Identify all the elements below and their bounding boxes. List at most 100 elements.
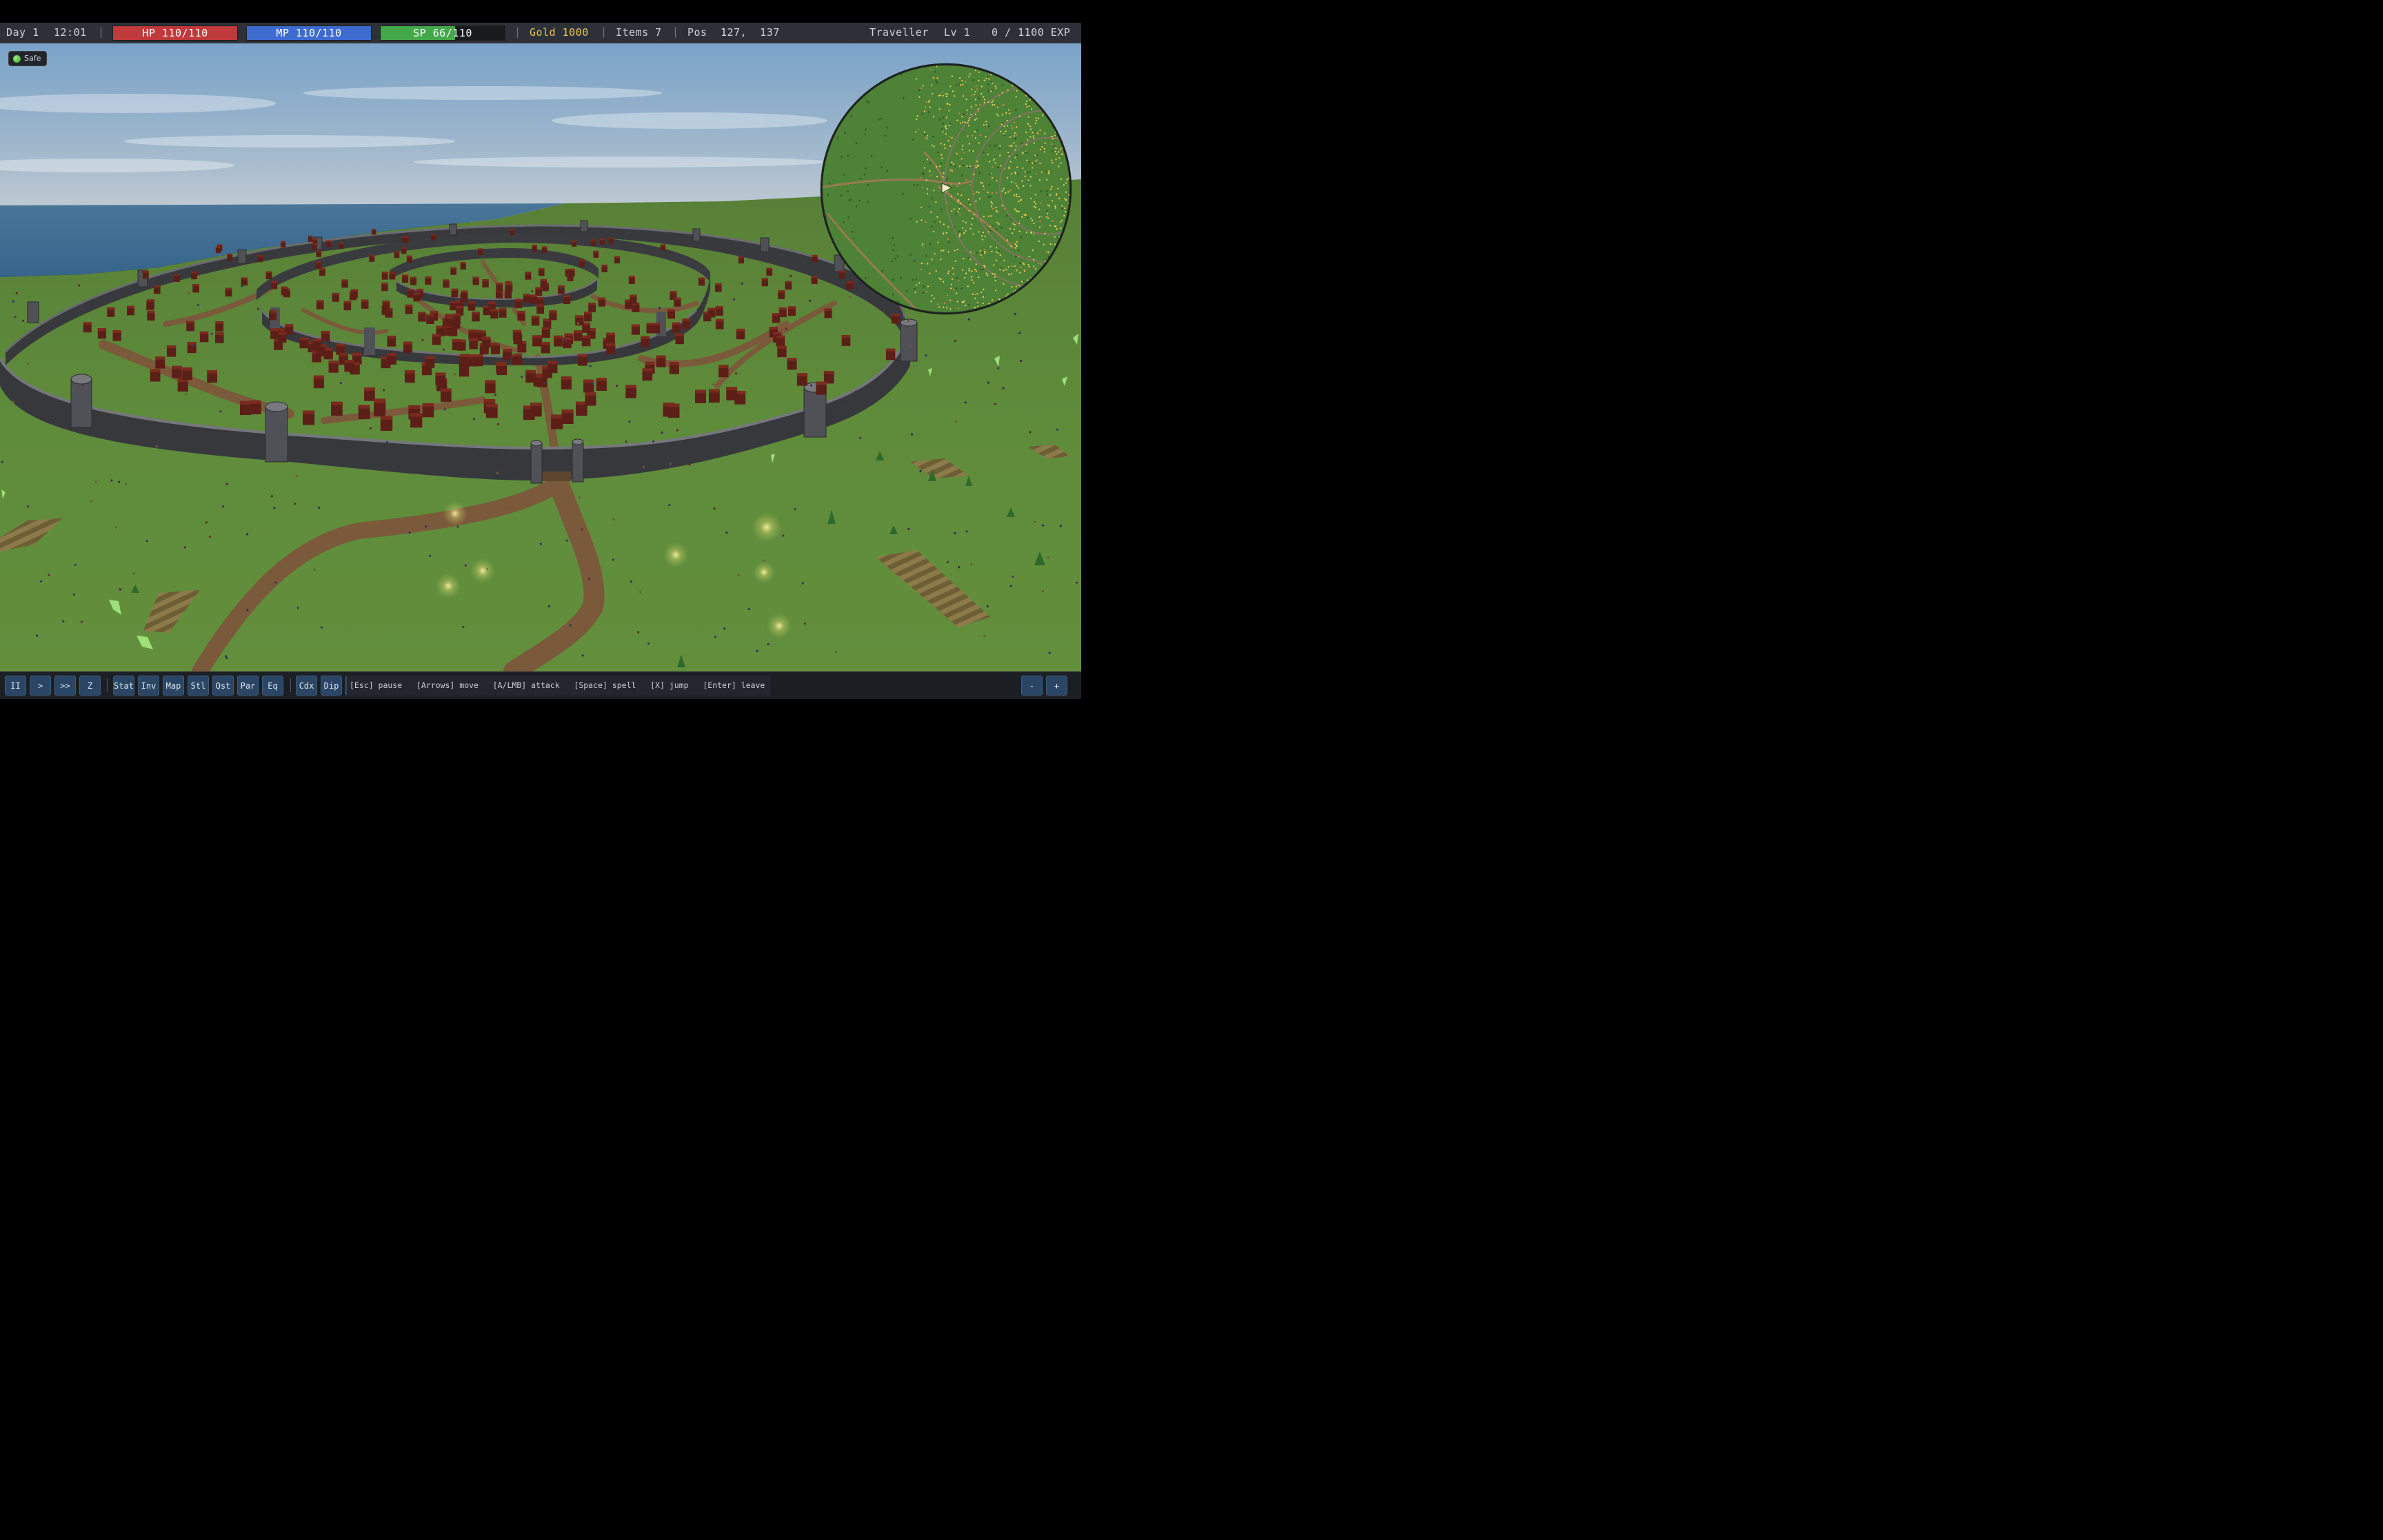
map-button[interactable]: Map — [163, 676, 184, 696]
hud-separator: | — [98, 26, 105, 38]
minimap-npc-dot — [1029, 99, 1031, 101]
npc-dot — [110, 479, 113, 482]
sleep-button[interactable]: Z — [79, 676, 101, 696]
house-roof — [166, 345, 177, 349]
minimap-npc-dot — [1038, 226, 1041, 228]
house-roof — [816, 381, 827, 385]
quest-button[interactable]: Qst — [212, 676, 234, 696]
inventory-button[interactable]: Inv — [138, 676, 159, 696]
style-button[interactable]: Stl — [188, 676, 209, 696]
minimap-npc-dot — [945, 128, 947, 130]
stats-button[interactable]: Stat — [113, 676, 134, 696]
minimap-npc-dot — [936, 165, 938, 168]
minimap-tree-dot — [893, 243, 896, 246]
minimap-tree-dot — [967, 257, 970, 259]
minimap-npc-dot — [983, 185, 985, 187]
minimap-npc-dot — [1007, 293, 1009, 295]
party-button[interactable]: Par — [237, 676, 259, 696]
npc-dot — [1034, 520, 1036, 523]
fast-forward-button[interactable]: >> — [54, 676, 76, 696]
minimap-npc-dot — [947, 93, 949, 95]
play-button[interactable]: > — [30, 676, 51, 696]
minimap-npc-dot — [931, 144, 933, 146]
minimap-npc-dot — [1018, 187, 1020, 189]
npc-dot — [965, 530, 968, 533]
equipment-button[interactable]: Eq — [262, 676, 283, 696]
npc-dot — [323, 339, 326, 342]
house-roof — [736, 328, 745, 332]
minimap-npc-dot — [1019, 272, 1021, 274]
zoom-in-button[interactable]: + — [1046, 676, 1067, 696]
minimap-tree-dot — [987, 90, 989, 92]
minimap-tree-dot — [912, 139, 914, 141]
minimap-npc-dot — [968, 119, 970, 121]
minimap-npc-dot — [969, 251, 972, 253]
world-scene[interactable] — [0, 0, 1081, 699]
codex-button[interactable]: Cdx — [296, 676, 317, 696]
house-roof — [599, 238, 605, 241]
minimap-npc-dot — [1000, 130, 1002, 132]
minimap-npc-dot — [968, 267, 970, 270]
minimap-tree-dot — [1046, 194, 1049, 196]
minimap-npc-dot — [1026, 159, 1028, 161]
house-roof — [472, 276, 479, 279]
minimap-npc-dot — [1045, 250, 1048, 252]
minimap-npc-dot — [1058, 165, 1060, 168]
minimap-npc-dot — [1041, 114, 1044, 116]
minimap-npc-dot — [1026, 105, 1028, 108]
player-name: Traveller — [869, 26, 929, 39]
minimap-npc-dot — [1007, 273, 1010, 276]
minimap-tree-dot — [987, 83, 989, 85]
npc-dot — [192, 344, 194, 347]
minimap-npc-dot — [949, 135, 951, 137]
house-roof — [575, 315, 583, 318]
house-roof — [153, 285, 161, 287]
minimap-npc-dot — [994, 273, 996, 275]
minimap-npc-dot — [1015, 285, 1017, 287]
minimap-npc-dot — [996, 106, 998, 108]
house-roof — [628, 276, 635, 278]
minimap-npc-dot — [1030, 231, 1032, 234]
minimap-npc-dot — [953, 95, 956, 97]
minimap-npc-dot — [983, 216, 985, 218]
minimap-tree-dot — [896, 255, 898, 257]
minimap-npc-dot — [985, 272, 987, 274]
diplomacy-button[interactable]: Dip — [321, 676, 342, 696]
minimap-npc-dot — [952, 288, 954, 291]
minimap-npc-dot — [961, 116, 963, 118]
minimap-npc-dot — [1006, 125, 1009, 127]
npc-dot — [74, 563, 77, 567]
minimap-npc-dot — [969, 259, 972, 261]
house-roof — [892, 314, 900, 316]
npc-dot — [48, 574, 50, 576]
npc-dot — [1076, 581, 1078, 584]
npc-dot — [1059, 525, 1062, 527]
minimap-tree-dot — [923, 285, 925, 288]
house-roof — [510, 229, 515, 231]
minimap-npc-dot — [918, 128, 920, 130]
zoom-out-button[interactable]: - — [1021, 676, 1043, 696]
minimap-npc-dot — [936, 303, 938, 305]
game-viewport[interactable]: Day 1 12:01 | HP 110/110 MP 110/110 SP 6… — [0, 0, 1081, 699]
minimap-npc-dot — [959, 84, 962, 86]
minimap-npc-dot — [949, 308, 952, 310]
minimap-tree-dot — [932, 135, 934, 138]
minimap-npc-dot — [935, 201, 937, 203]
minimap-tree-dot — [997, 166, 999, 169]
house-roof — [488, 301, 496, 304]
minimap-tree-dot — [865, 277, 867, 280]
house-roof — [785, 281, 792, 283]
npc-dot — [521, 376, 523, 378]
minimap-npc-dot — [972, 233, 974, 235]
house-roof — [452, 313, 461, 316]
house-roof — [577, 354, 587, 357]
minimap-tree-dot — [1045, 259, 1047, 261]
npc-dot — [273, 507, 276, 509]
minimap-npc-dot — [992, 176, 994, 179]
minimap-npc-dot — [927, 285, 929, 287]
minimap-tree-dot — [976, 252, 978, 254]
house-roof — [769, 327, 778, 330]
pause-button[interactable]: II — [5, 676, 26, 696]
house-roof — [467, 301, 476, 304]
minimap-tree-dot — [886, 170, 888, 172]
